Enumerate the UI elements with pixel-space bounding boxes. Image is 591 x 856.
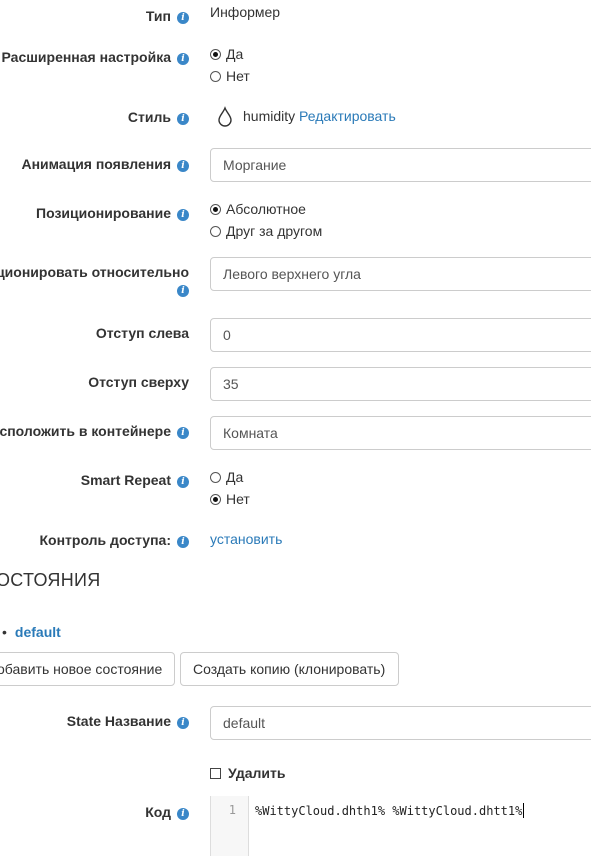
advanced-label: Расширенная настройка i: [2, 49, 189, 65]
container-select[interactable]: Комната: [210, 416, 591, 450]
radio-checked-icon[interactable]: [210, 48, 221, 60]
text-cursor: [523, 803, 525, 818]
info-icon[interactable]: i: [177, 53, 189, 65]
state-name-input[interactable]: default: [210, 706, 591, 740]
clone-state-button[interactable]: Создать копию (клонировать): [180, 652, 399, 686]
style-label: Стиль i: [128, 109, 189, 125]
radio-checked-icon[interactable]: [210, 493, 221, 505]
smart-repeat-label: Smart Repeat i: [81, 472, 189, 488]
offset-top-label: Отступ сверху: [88, 374, 189, 390]
checkbox-unchecked-icon[interactable]: [210, 767, 221, 779]
info-icon[interactable]: i: [177, 113, 189, 125]
code-line[interactable]: %WittyCloud.dhth1% %WittyCloud.dhtt1%: [255, 803, 525, 818]
states-section-title: ОСТОЯНИЯ: [0, 570, 101, 590]
access-label: Контроль доступа: i: [40, 532, 189, 548]
info-icon[interactable]: i: [177, 476, 189, 488]
positioning-label: Позиционирование i: [36, 205, 189, 221]
offset-top-input[interactable]: 35: [210, 367, 591, 401]
code-label: Код i: [145, 804, 189, 820]
line-number: 1: [228, 803, 236, 817]
style-edit-link[interactable]: Редактировать: [299, 108, 396, 124]
state-link-default[interactable]: default: [15, 624, 61, 640]
add-state-button[interactable]: обавить новое состояние: [0, 652, 176, 686]
type-value: Информер: [210, 4, 281, 20]
position-relative-select[interactable]: Левого верхнего угла: [210, 257, 591, 291]
humidity-drop-icon: [218, 106, 232, 127]
positioning-option-absolute[interactable]: Абсолютное: [210, 201, 306, 217]
radio-unchecked-icon[interactable]: [210, 225, 221, 237]
info-icon[interactable]: i: [177, 209, 189, 221]
info-icon[interactable]: i: [177, 536, 189, 548]
advanced-option-yes[interactable]: Да: [210, 46, 243, 62]
smart-repeat-option-no[interactable]: Нет: [210, 491, 250, 507]
code-editor[interactable]: 1 %WittyCloud.dhth1% %WittyCloud.dhtt1%: [210, 796, 591, 856]
animation-label: Анимация появления i: [21, 156, 189, 172]
offset-left-label: Отступ слева: [95, 325, 189, 341]
radio-checked-icon[interactable]: [210, 203, 221, 215]
radio-unchecked-icon[interactable]: [210, 70, 221, 82]
delete-checkbox[interactable]: Удалить: [210, 765, 285, 781]
info-icon[interactable]: i: [177, 285, 189, 297]
info-icon[interactable]: i: [177, 808, 189, 820]
radio-unchecked-icon[interactable]: [210, 471, 221, 483]
access-set-link[interactable]: установить: [210, 531, 282, 547]
smart-repeat-option-yes[interactable]: Да: [210, 469, 243, 485]
offset-left-input[interactable]: 0: [210, 318, 591, 352]
info-icon[interactable]: i: [177, 717, 189, 729]
state-list-item: • default: [2, 624, 61, 640]
advanced-option-no[interactable]: Нет: [210, 68, 250, 84]
container-label: сположить в контейнере i: [0, 423, 189, 439]
style-value: humidity Редактировать: [216, 106, 396, 128]
info-icon[interactable]: i: [177, 12, 189, 24]
type-label: Тип i: [146, 8, 189, 24]
position-relative-label: ционировать относительно: [0, 264, 189, 280]
animation-select[interactable]: Моргание: [210, 148, 591, 182]
positioning-option-sequential[interactable]: Друг за другом: [210, 223, 322, 239]
info-icon[interactable]: i: [177, 160, 189, 172]
state-name-label: State Название i: [67, 713, 189, 729]
code-gutter: 1: [211, 796, 249, 856]
info-icon[interactable]: i: [177, 427, 189, 439]
